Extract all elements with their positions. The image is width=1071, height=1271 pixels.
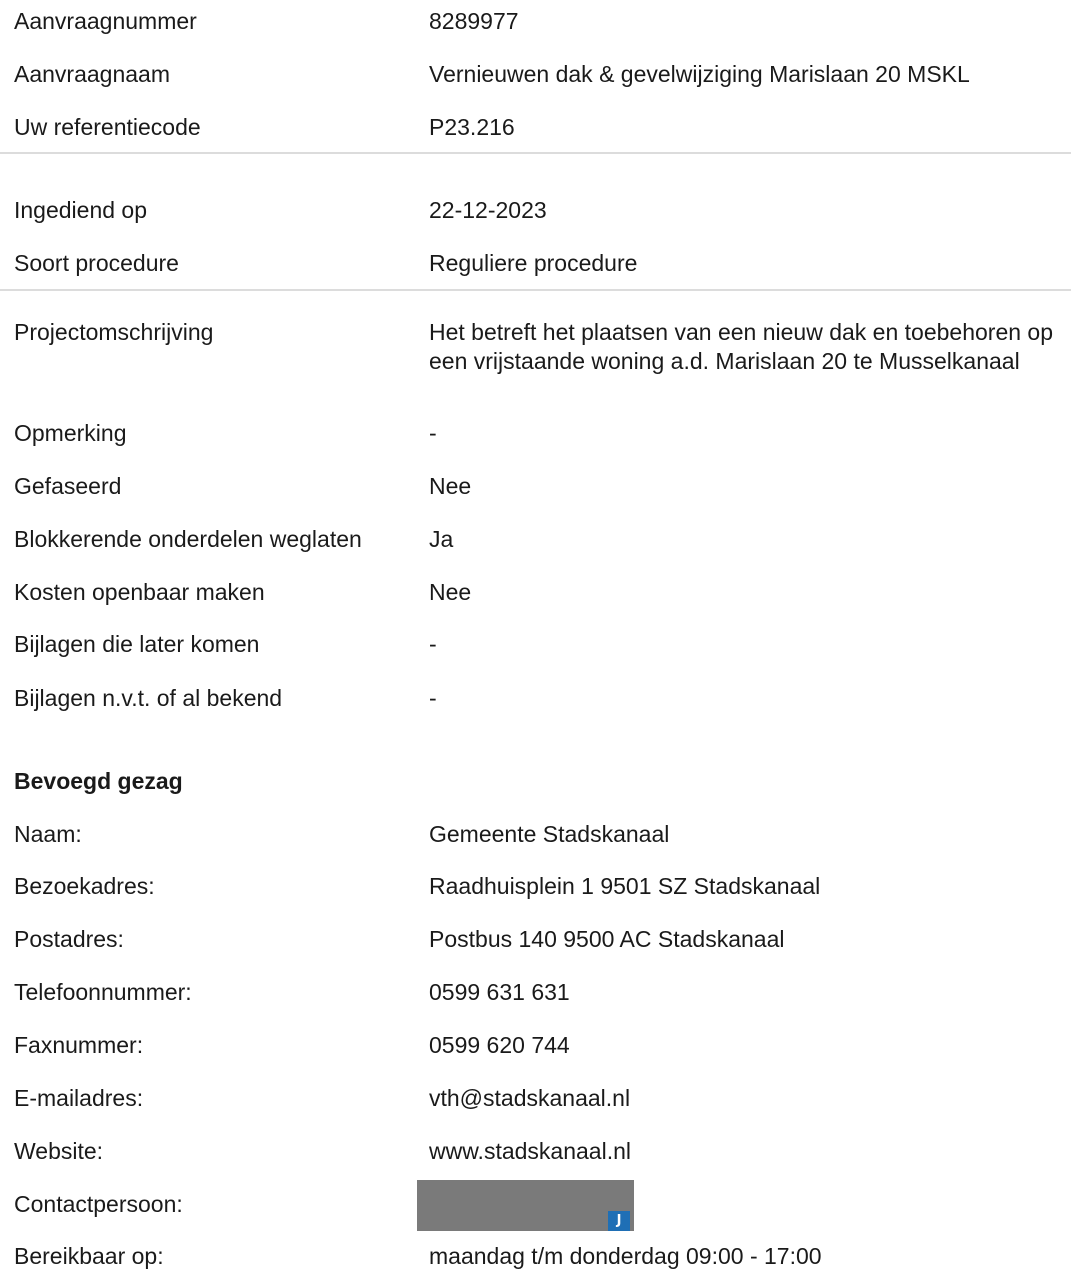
field-value: maandag t/m donderdag 09:00 - 17:00: [429, 1243, 822, 1269]
section-divider: [0, 289, 1071, 291]
field-label: Blokkerende onderdelen weglaten: [14, 526, 362, 552]
field-value: Nee: [429, 579, 472, 605]
email-link[interactable]: vth@stadskanaal.nl: [429, 1084, 1059, 1113]
field-label: Telefoonnummer:: [14, 979, 192, 1005]
field-value: -: [429, 420, 437, 446]
field-value: Gemeente Stadskanaal: [429, 821, 670, 847]
field-label: Bereikbaar op:: [14, 1243, 164, 1269]
field-label: Gefaseerd: [14, 473, 122, 499]
field-value: Ja: [429, 526, 454, 552]
field-value: 0599 631 631: [429, 979, 570, 1005]
field-value: Het betreft het plaatsen van een nieuw d…: [429, 319, 1054, 374]
section-heading-bevoegd-gezag: Bevoegd gezag: [14, 768, 183, 794]
field-label: Ingediend op: [14, 197, 148, 223]
field-label: Uw referentiecode: [14, 114, 201, 140]
field-value: 0599 620 744: [429, 1032, 570, 1058]
field-label: Bezoekadres:: [14, 873, 155, 899]
field-value: Nee: [429, 473, 472, 499]
field-label: Naam:: [14, 821, 82, 847]
field-label: Faxnummer:: [14, 1032, 144, 1058]
field-label: Postadres:: [14, 926, 124, 952]
field-value: Vernieuwen dak & gevelwijziging Marislaa…: [429, 61, 970, 87]
field-value: Reguliere procedure: [429, 250, 638, 276]
field-value: Raadhuisplein 1 9501 SZ Stadskanaal: [429, 873, 821, 899]
field-label: Aanvraagnaam: [14, 61, 170, 87]
field-value: Postbus 140 9500 AC Stadskanaal: [429, 926, 785, 952]
field-label: Website:: [14, 1138, 104, 1164]
field-label: Bijlagen n.v.t. of al bekend: [14, 685, 283, 711]
redacted-contact-block: J: [417, 1180, 634, 1231]
field-label: Kosten openbaar maken: [14, 579, 265, 605]
field-value: -: [429, 685, 437, 711]
section-divider: [0, 152, 1071, 154]
redaction-badge: J: [608, 1211, 630, 1231]
field-value: 22-12-2023: [429, 197, 547, 223]
field-value: P23.216: [429, 114, 515, 140]
field-label: Soort procedure: [14, 250, 179, 276]
field-label: Projectomschrijving: [14, 319, 214, 345]
field-label: Aanvraagnummer: [14, 8, 197, 34]
field-label: Opmerking: [14, 420, 127, 446]
field-value: -: [429, 631, 437, 657]
field-label: E-mailadres:: [14, 1085, 144, 1111]
website-link[interactable]: www.stadskanaal.nl: [429, 1137, 1059, 1166]
field-label: Bijlagen die later komen: [14, 631, 260, 657]
field-label: Contactpersoon:: [14, 1191, 183, 1217]
field-value: 8289977: [429, 8, 519, 34]
